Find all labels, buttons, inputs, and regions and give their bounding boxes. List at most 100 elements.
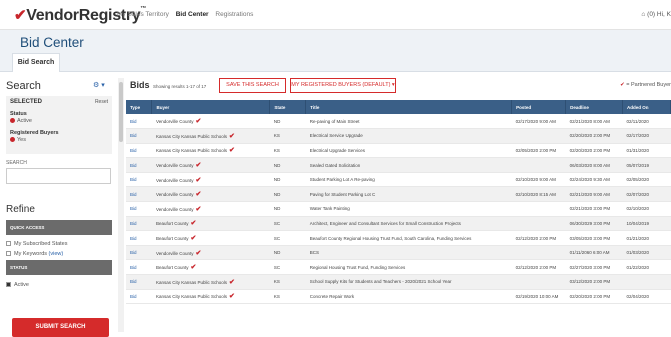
table-row[interactable]: Bid Kansas City Kansas Public Schools ✔ KS E… xyxy=(126,128,671,144)
title-cell[interactable]: Electrical Service Upgrade xyxy=(305,128,512,144)
title-cell[interactable]: Beaufort County Regional Housing Trust F… xyxy=(305,230,512,246)
title-cell[interactable]: Regional Housing Trust Fund, Funding Ser… xyxy=(305,259,512,276)
checkbox[interactable] xyxy=(6,251,11,257)
nav-bid-center[interactable]: Bid Center xyxy=(176,11,209,18)
bid-type-link[interactable]: Bid xyxy=(126,157,152,173)
deadline-cell: 02/21/2020 9:00 AM xyxy=(565,186,623,203)
table-row[interactable]: Bid Kansas City Kansas Public Schools ✔ KS C… xyxy=(126,289,671,305)
table-row[interactable]: Bid Vendorville County ✔ ND Student Parking … xyxy=(126,172,671,188)
title-cell[interactable]: Electrical Upgrade Services xyxy=(305,143,512,159)
bid-type-link[interactable]: Bid xyxy=(126,274,152,290)
bid-type-link[interactable]: Bid xyxy=(126,128,152,144)
save-search-button[interactable]: SAVE THIS SEARCH xyxy=(219,78,286,93)
title-cell[interactable]: Concrete Repair Work xyxy=(305,289,512,305)
table-row[interactable]: Bid Beaufort County ✔ SC Architect, Engineer… xyxy=(126,216,671,232)
col-title[interactable]: Title xyxy=(305,100,513,114)
title-cell[interactable]: Water Tank Painting xyxy=(305,201,512,217)
remove-dot-icon[interactable] xyxy=(10,118,15,124)
title-cell[interactable]: Paving for Student Parking Lot C xyxy=(305,186,512,203)
bid-type-link[interactable]: Bid xyxy=(126,114,152,130)
title-cell[interactable]: Re-paving of Main Street xyxy=(305,114,512,130)
keywords-view-link[interactable]: (view) xyxy=(49,251,64,257)
nav-my-sales-territory[interactable]: My Sales Territory xyxy=(117,11,169,18)
table-row[interactable]: Bid Beaufort County ✔ SC Beaufort County Reg… xyxy=(126,230,671,246)
deadline-cell: 06/30/2029 3:00 PM xyxy=(565,216,623,232)
col-added-on[interactable]: Added On xyxy=(622,100,671,114)
deadline-cell: 06/03/2020 8:00 AM xyxy=(565,157,623,173)
bids-title: Bids xyxy=(130,80,150,90)
buyer-cell: Vendorville County ✔ xyxy=(151,172,270,188)
results-count: Showing results 1-17 of 17 xyxy=(153,84,207,89)
posted-cell xyxy=(511,128,566,144)
search-label: SEARCH xyxy=(6,160,27,166)
bid-type-link[interactable]: Bid xyxy=(126,143,152,159)
buyers-filter-value[interactable]: Yes xyxy=(10,137,26,143)
col-buyer[interactable]: Buyer xyxy=(151,100,271,114)
buyer-cell: Beaufort County ✔ xyxy=(151,230,270,246)
remove-dot-icon[interactable] xyxy=(10,137,15,143)
col-type[interactable]: Type xyxy=(126,100,153,114)
status-header[interactable]: STATUS xyxy=(6,260,112,275)
added-on-cell: 01/03/2020 xyxy=(622,245,671,261)
tab-bid-search[interactable]: Bid Search xyxy=(12,53,60,72)
table-row[interactable]: Bid Kansas City Kansas Public Schools ✔ KS S… xyxy=(126,274,671,290)
user-menu[interactable]: ⌂ (0) Hi, K xyxy=(641,11,671,18)
keywords-checkbox[interactable]: My Keywords (view) xyxy=(6,251,63,257)
registered-buyers-dropdown[interactable]: MY REGISTERED BUYERS (DEFAULT) ▾ xyxy=(290,78,396,93)
added-on-cell: 01/21/2020 xyxy=(622,230,671,246)
nav-registrations[interactable]: Registrations xyxy=(215,11,253,18)
state-cell: ND xyxy=(269,157,306,173)
table-row[interactable]: Bid Beaufort County ✔ SC Regional Housing Tr… xyxy=(126,259,671,276)
bid-type-link[interactable]: Bid xyxy=(126,186,152,203)
bid-type-link[interactable]: Bid xyxy=(126,216,152,232)
state-cell: KS xyxy=(269,143,306,159)
checkbox-checked[interactable] xyxy=(6,282,11,288)
table-row[interactable]: Bid Vendorville County ✔ ND Sealed Gated Sol… xyxy=(126,157,671,173)
col-deadline[interactable]: Deadline xyxy=(565,100,624,114)
bid-type-link[interactable]: Bid xyxy=(126,289,152,305)
table-row[interactable]: Bid Vendorville County ✔ ND BCS 01/11/2060 6:… xyxy=(126,245,671,261)
bid-type-link[interactable]: Bid xyxy=(126,172,152,188)
buyers-filter-label: Registered Buyers xyxy=(10,130,59,136)
partner-check-icon: ✔ xyxy=(195,176,202,184)
bid-type-link[interactable]: Bid xyxy=(126,259,152,276)
posted-cell xyxy=(511,274,566,290)
title-cell[interactable]: Sealed Gated Solicitation xyxy=(305,157,512,173)
status-filter-value[interactable]: Active xyxy=(10,118,32,124)
state-cell: ND xyxy=(269,114,306,130)
bid-type-link[interactable]: Bid xyxy=(126,230,152,246)
table-row[interactable]: Bid Vendorville County ✔ ND Re-paving of Mai… xyxy=(126,114,671,130)
buyer-cell: Kansas City Kansas Public Schools ✔ xyxy=(151,143,270,159)
selected-filters-box: SELECTED Reset Status Active Registered … xyxy=(6,96,112,154)
reset-link[interactable]: Reset xyxy=(95,99,108,105)
table-row[interactable]: Bid Vendorville County ✔ ND Water Tank Paint… xyxy=(126,201,671,217)
search-input[interactable] xyxy=(6,168,111,184)
title-cell[interactable]: BCS xyxy=(305,245,512,261)
col-posted[interactable]: Posted xyxy=(511,100,567,114)
table-row[interactable]: Bid Vendorville County ✔ ND Paving for Stude… xyxy=(126,186,671,203)
buyer-cell: Kansas City Kansas Public Schools ✔ xyxy=(151,289,270,305)
checkbox[interactable] xyxy=(6,241,11,247)
title-cell[interactable]: Architect, Engineer and Consultant Servi… xyxy=(305,216,512,232)
title-cell[interactable]: Student Parking Lot A Re-paving xyxy=(305,172,512,188)
gear-icon[interactable]: ⚙ ▾ xyxy=(93,81,105,89)
sidebar-scroll-thumb[interactable] xyxy=(119,82,123,142)
posted-cell xyxy=(511,245,566,261)
submit-search-button[interactable]: SUBMIT SEARCH xyxy=(12,318,109,337)
table-row[interactable]: Bid Kansas City Kansas Public Schools ✔ KS E… xyxy=(126,143,671,159)
partner-check-icon: ✔ xyxy=(195,249,202,257)
quick-access-header[interactable]: QUICK ACCESS xyxy=(6,220,112,235)
partner-check-icon: ✔ xyxy=(229,293,235,301)
bid-type-link[interactable]: Bid xyxy=(126,245,152,261)
col-state[interactable]: State xyxy=(269,100,307,114)
active-checkbox[interactable]: Active xyxy=(6,282,29,288)
buyer-cell: Kansas City Kansas Public Schools ✔ xyxy=(151,128,270,144)
top-nav: My Sales Territory Bid Center Registrati… xyxy=(117,11,258,18)
title-cell[interactable]: School Supply Kits for Students and Teac… xyxy=(305,274,512,290)
buyer-cell: Vendorville County ✔ xyxy=(151,245,270,261)
subscribed-states-checkbox[interactable]: My Subscribed States xyxy=(6,241,68,247)
state-cell: KS xyxy=(269,289,306,305)
posted-cell: 02/10/2020 8:15 AM xyxy=(511,186,566,203)
posted-cell: 02/12/2020 2:00 PM xyxy=(511,259,566,276)
bid-type-link[interactable]: Bid xyxy=(126,201,152,217)
